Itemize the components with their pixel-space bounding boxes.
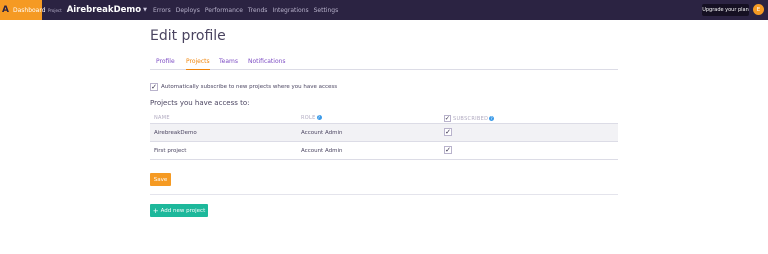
checkbox[interactable]: ✓ [444, 146, 452, 154]
nav-settings[interactable]: Settings [314, 7, 339, 14]
table-row: AirebreakDemo Account Admin ✓ [150, 124, 618, 142]
top-navigation-bar: A Dashboard Project AirebreakDemo ▼ Erro… [0, 0, 768, 20]
nav-integrations[interactable]: Integrations [272, 7, 308, 14]
page-title: Edit profile [150, 28, 226, 44]
nav-trends[interactable]: Trends [248, 7, 268, 14]
dashboard-label: Dashboard [12, 6, 46, 14]
checkmark-icon: ✓ [444, 114, 451, 122]
subscribe-all-checkbox[interactable]: ✓ [444, 115, 451, 122]
airbrake-logo-icon: A [2, 5, 9, 15]
avatar[interactable]: E [753, 4, 764, 15]
subscribed-checkbox[interactable]: ✓ [444, 128, 452, 136]
help-icon[interactable]: ? [489, 116, 495, 121]
dashboard-link[interactable]: A Dashboard [0, 0, 46, 20]
project-switcher[interactable]: AirebreakDemo ▼ [67, 5, 147, 15]
tab-teams[interactable]: Teams [219, 58, 238, 65]
divider [150, 194, 618, 195]
column-header-role: ROLE? [301, 115, 322, 121]
chevron-down-icon: ▼ [143, 7, 147, 13]
upgrade-plan-button[interactable]: Upgrade your plan [702, 4, 749, 16]
plus-icon: + [152, 206, 159, 215]
role-cell: Account Admin [301, 130, 343, 136]
project-name-cell[interactable]: AirebreakDemo [154, 130, 197, 136]
tab-notifications[interactable]: Notifications [248, 58, 286, 65]
add-new-project-label: Add new project [160, 207, 206, 214]
checkmark-icon: ✓ [445, 127, 451, 136]
auto-subscribe-option: ✓ Automatically subscribe to new project… [150, 83, 337, 91]
project-name-cell[interactable]: First project [154, 148, 186, 154]
nav-errors[interactable]: Errors [153, 7, 171, 14]
column-header-subscribed: ✓ SUBSCRIBED? [444, 115, 495, 122]
table-header: NAME ROLE? ✓ SUBSCRIBED? [150, 112, 618, 124]
profile-tabs: Profile Projects Teams Notifications [150, 57, 618, 70]
projects-table: NAME ROLE? ✓ SUBSCRIBED? AirebreakDemo A… [150, 112, 618, 160]
project-name: AirebreakDemo [66, 5, 142, 15]
add-new-project-button[interactable]: + Add new project [150, 204, 208, 217]
table-row: First project Account Admin ✓ [150, 142, 618, 160]
checkmark-icon: ✓ [445, 145, 451, 154]
project-small-label: Project [48, 7, 62, 13]
subscribed-header-label: SUBSCRIBED [453, 115, 489, 122]
tab-profile[interactable]: Profile [156, 58, 175, 65]
main-nav: Errors Deploys Performance Trends Integr… [153, 7, 343, 14]
checkmark-icon: ✓ [151, 82, 157, 91]
nav-deploys[interactable]: Deploys [176, 7, 200, 14]
checkbox[interactable]: ✓ [444, 128, 452, 136]
auto-subscribe-label: Automatically subscribe to new projects … [161, 84, 338, 90]
save-button[interactable]: Save [150, 173, 171, 186]
role-cell: Account Admin [301, 148, 343, 154]
projects-access-heading: Projects you have access to: [150, 99, 250, 107]
nav-performance[interactable]: Performance [205, 7, 243, 14]
role-header-label: ROLE [301, 115, 316, 121]
tab-projects[interactable]: Projects [186, 58, 210, 70]
help-icon[interactable]: ? [316, 115, 322, 120]
auto-subscribe-checkbox[interactable]: ✓ [150, 83, 158, 91]
column-header-name: NAME [154, 115, 170, 121]
subscribed-checkbox[interactable]: ✓ [444, 146, 452, 154]
